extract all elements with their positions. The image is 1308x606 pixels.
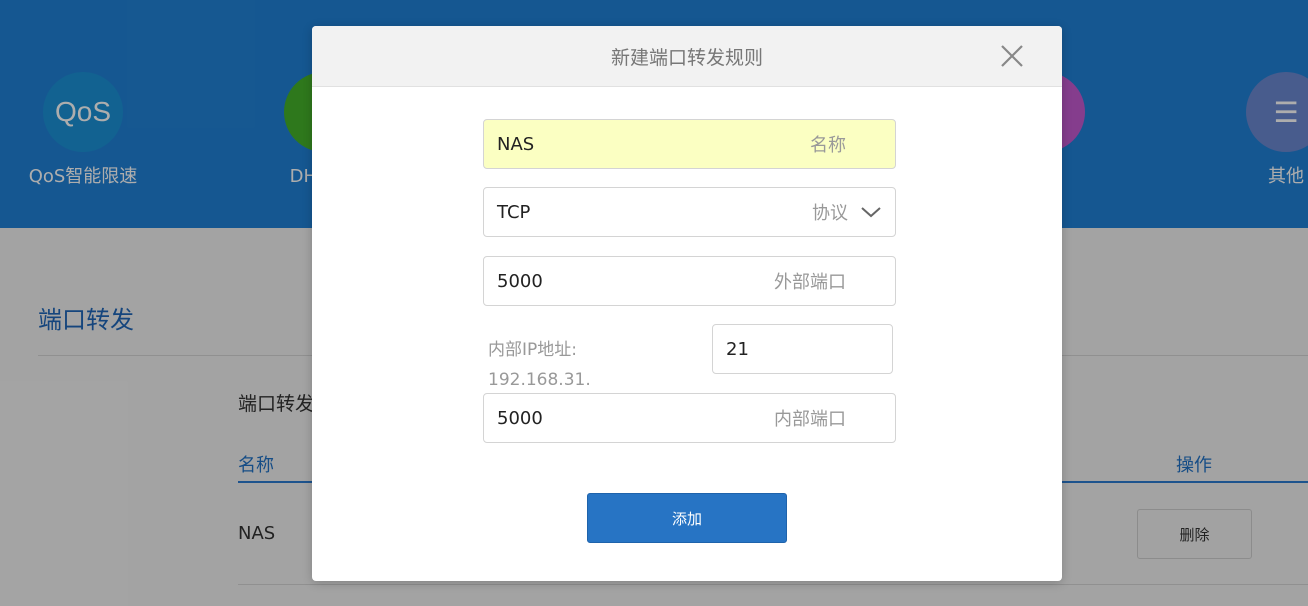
external-port-field[interactable]: 5000 外部端口 (483, 256, 896, 306)
external-port-hint: 外部端口 (774, 272, 846, 293)
internal-ip-prefix: 192.168.31. (488, 370, 591, 390)
close-icon[interactable] (998, 42, 1026, 70)
add-button[interactable]: 添加 (587, 493, 787, 543)
internal-ip-last-octet-field[interactable]: 21 (712, 324, 893, 374)
protocol-value: TCP (497, 201, 531, 223)
name-field[interactable]: NAS 名称 (483, 119, 896, 169)
dialog-title: 新建端口转发规则 (610, 46, 763, 69)
dialog-header: 新建端口转发规则 (312, 26, 1062, 87)
internal-ip-label: 内部IP地址: (488, 340, 577, 360)
protocol-hint: 协议 (812, 203, 848, 224)
internal-ip-last-octet-value[interactable]: 21 (726, 339, 879, 360)
internal-port-value[interactable]: 5000 (497, 408, 774, 429)
protocol-select[interactable]: TCP 协议 (483, 187, 896, 237)
internal-port-hint: 内部端口 (774, 409, 846, 430)
name-hint: 名称 (810, 135, 846, 156)
external-port-value[interactable]: 5000 (497, 271, 774, 292)
new-port-forward-dialog: 新建端口转发规则 NAS 名称 TCP 协议 5000 外部端口 内部IP地址:… (312, 26, 1062, 581)
name-input-value[interactable]: NAS (497, 134, 810, 155)
internal-port-field[interactable]: 5000 内部端口 (483, 393, 896, 443)
chevron-down-icon[interactable] (860, 205, 882, 219)
